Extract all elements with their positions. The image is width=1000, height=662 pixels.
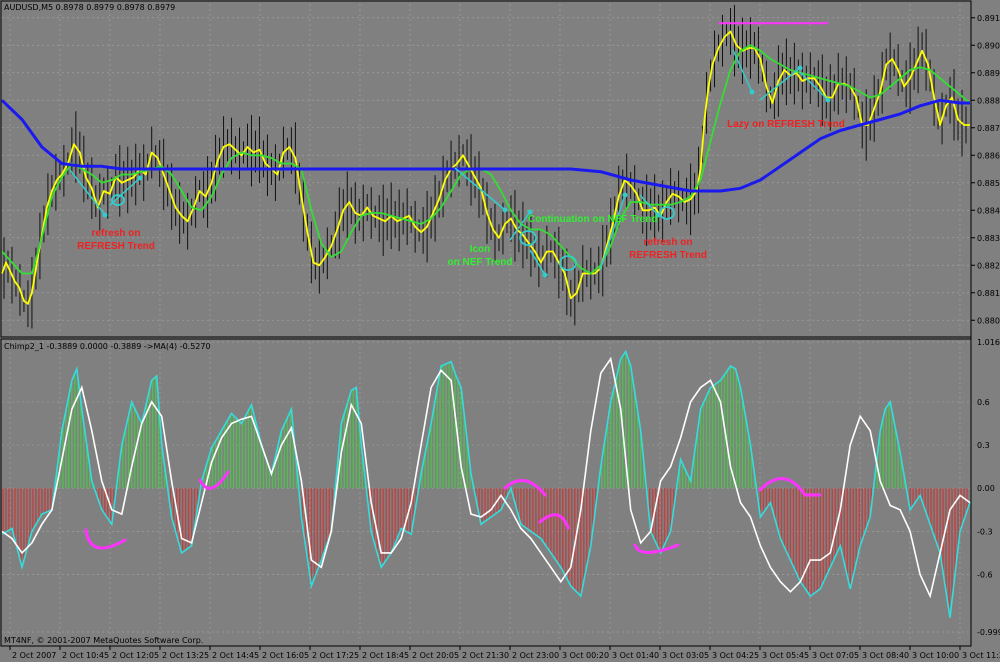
x-tick-label: 3 Oct 11:20: [962, 651, 1000, 660]
oscillator-panel-frame: [0, 338, 972, 647]
osc-y-label: -0.3: [977, 527, 993, 536]
annotation-refresh-1-line-1: refresh on: [92, 228, 141, 239]
x-tick-label: 2 Oct 20:05: [412, 651, 459, 660]
x-axis-labels: 2 Oct 2007 2 Oct 10:45 2 Oct 12:05 2 Oct 13…: [9, 646, 1000, 660]
x-tick-label: 2 Oct 21:30: [462, 651, 509, 660]
x-tick-label: 2 Oct 10:45: [62, 651, 109, 660]
trend-arrow-head: [102, 212, 108, 218]
price-y-label: 0.8885: [977, 96, 1000, 105]
trend-arrow-head: [825, 97, 831, 103]
x-tick-label: 2 Oct 18:45: [362, 651, 409, 660]
osc-y-label: 0.3: [977, 441, 990, 450]
price-y-label: 0.8895: [977, 69, 1000, 78]
annotation-lazy: Lazy on REFRESH Trend: [727, 119, 845, 130]
annotation-refresh-1-line-2: REFRESH Trend: [77, 241, 155, 252]
x-tick-label: 3 Oct 05:45: [762, 651, 809, 660]
trend-arrow-head: [502, 207, 508, 213]
price-y-label: 0.8845: [977, 206, 1000, 215]
price-y-label: 0.8855: [977, 179, 1000, 188]
copyright-text: MT4NF, © 2001-2007 MetaQuotes Software C…: [4, 636, 203, 645]
x-tick-label: 2 Oct 13:25: [162, 651, 209, 660]
magenta-curve-arrow: [84, 528, 127, 550]
x-tick-label: 3 Oct 01:40: [612, 651, 659, 660]
trend-arrow: [454, 167, 506, 211]
x-tick-label: 2 Oct 16:05: [262, 651, 309, 660]
grid: [2, 4, 970, 642]
price-y-label: 0.8875: [977, 124, 1000, 133]
magenta-curve-arrow: [633, 543, 680, 554]
osc-y-label: -0.9998: [977, 628, 1000, 637]
signal-circle: [111, 194, 125, 206]
price-y-label: 0.8815: [977, 289, 1000, 298]
osc-y-label: 0.6: [977, 398, 990, 407]
x-tick-label: 3 Oct 00:20: [562, 651, 609, 660]
trend-arrow-head: [137, 175, 143, 181]
x-tick-label: 2 Oct 17:25: [312, 651, 359, 660]
x-tick-label: 3 Oct 03:05: [662, 651, 709, 660]
price-y-label: 0.8835: [977, 234, 1000, 243]
trend-arrow-head: [749, 89, 755, 95]
x-tick-label: 3 Oct 04:25: [712, 651, 759, 660]
x-tick-label: 2 Oct 23:00: [512, 651, 559, 660]
trend-arrow-head: [542, 272, 548, 278]
annotation-icon-line-1: Icon: [470, 244, 491, 255]
annotation-continuation: Continuation on NEF Trend: [528, 214, 657, 225]
annotation-refresh-2-line-1: refresh on: [644, 237, 693, 248]
annotation-refresh-2-line-2: REFRESH Trend: [629, 250, 707, 261]
annotation-icon-line-2: on NEF Trend: [448, 257, 513, 268]
y-axis-labels: 0.8915 0.8905 0.8895 0.8885 0.8875 0.8865 0.88…: [971, 14, 1000, 637]
osc-y-label: -0.6: [977, 571, 993, 580]
chart-window: 0.8915 0.8905 0.8895 0.8885 0.8875 0.8865 0.88…: [0, 0, 1000, 662]
indicator-header: Chimp2_1 -0.3889 0.0000 -0.3889 ->MA(4) …: [4, 342, 211, 351]
osc-y-label: 0.00: [977, 484, 995, 493]
x-tick-label: 2 Oct 14:45: [212, 651, 259, 660]
price-y-label: 0.8865: [977, 151, 1000, 160]
trend-arrow-head: [622, 192, 628, 198]
x-tick-label: 3 Oct 08:40: [862, 651, 909, 660]
price-and-oscillator-chart: 0.8915 0.8905 0.8895 0.8885 0.8875 0.8865 0.88…: [0, 0, 1000, 660]
x-tick-label: 2 Oct 2007: [12, 651, 56, 660]
x-tick-label: 3 Oct 07:05: [812, 651, 859, 660]
x-tick-label: 3 Oct 10:00: [912, 651, 959, 660]
trend-arrow: [599, 194, 626, 271]
chart-markers: [69, 22, 831, 554]
price-y-label: 0.8905: [977, 41, 1000, 50]
price-y-label: 0.8805: [977, 316, 1000, 325]
osc-y-label: 1.0167: [977, 338, 1000, 347]
main-header: AUDUSD,M5 0.8978 0.8979 0.8978 0.8979: [4, 3, 175, 12]
x-tick-label: 2 Oct 12:05: [112, 651, 159, 660]
oscillator-histogram: [2, 351, 968, 612]
trend-arrow-head: [797, 65, 803, 71]
price-y-label: 0.8915: [977, 14, 1000, 23]
price-y-label: 0.8825: [977, 261, 1000, 270]
